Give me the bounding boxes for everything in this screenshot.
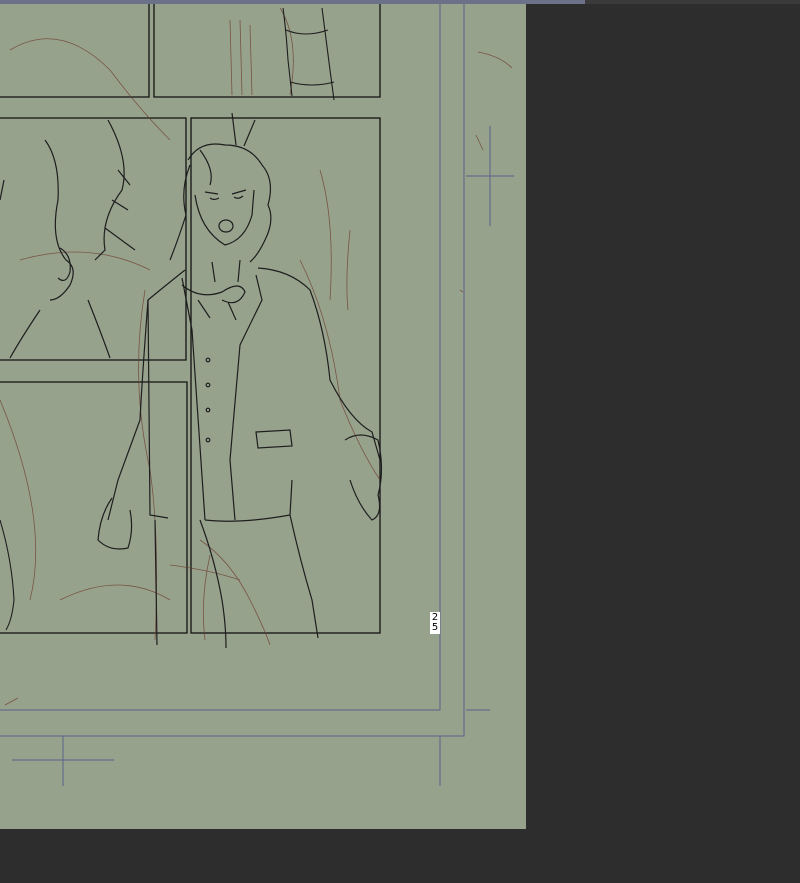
titlebar-empty-area xyxy=(585,0,800,4)
manga-page-artwork[interactable] xyxy=(0,0,526,829)
page-number-digit-ones: 5 xyxy=(431,622,439,633)
workspace: 2 5 xyxy=(0,0,800,883)
page-number-label: 2 5 xyxy=(430,612,440,634)
